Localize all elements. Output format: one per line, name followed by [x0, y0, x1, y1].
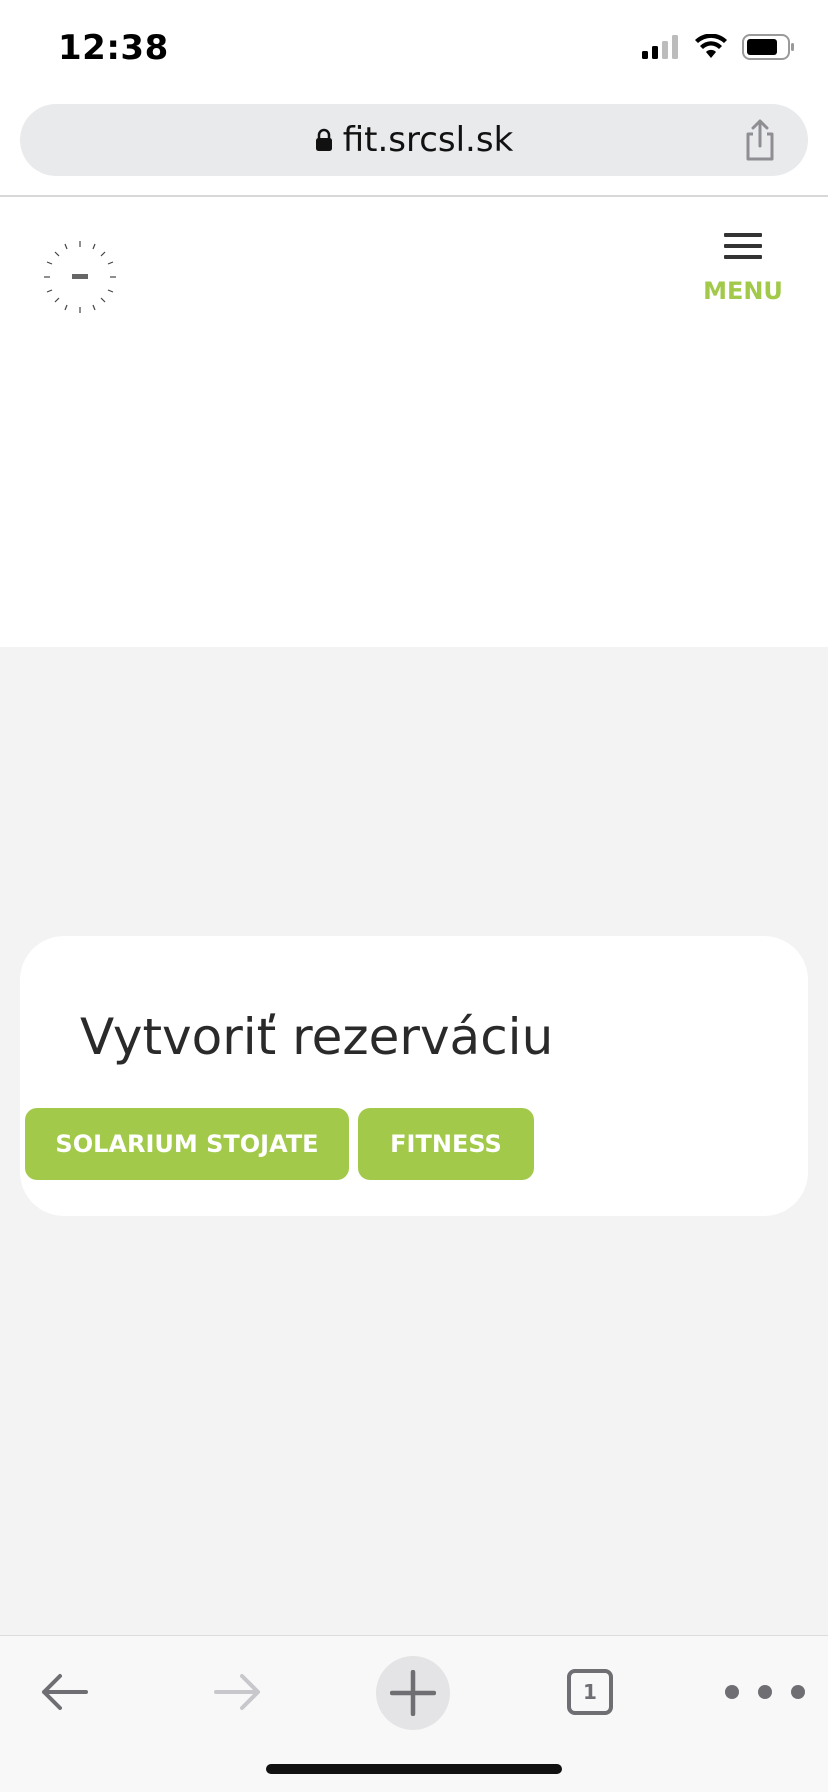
- forward-button[interactable]: [208, 1658, 268, 1726]
- menu-button[interactable]: MENU: [698, 231, 788, 311]
- more-button[interactable]: [720, 1658, 810, 1726]
- share-button[interactable]: [740, 118, 780, 162]
- address-bar[interactable]: fit.srcsl.sk: [20, 104, 808, 176]
- site-header: MENU: [0, 197, 828, 647]
- status-bar: 12:38: [0, 0, 828, 96]
- hamburger-icon: [724, 233, 762, 259]
- sport-relax-centrum-logo: [44, 241, 116, 313]
- lock-icon: [315, 128, 332, 151]
- back-button[interactable]: [34, 1658, 94, 1726]
- site-logo[interactable]: [34, 231, 126, 323]
- cellular-signal-icon: [642, 35, 678, 59]
- main-content: Vytvoriť rezerváciu SOLARIUM STOJATE FIT…: [0, 647, 828, 1635]
- address-url: fit.srcsl.sk: [342, 120, 514, 160]
- wifi-icon: [695, 34, 727, 58]
- fitness-button[interactable]: FITNESS: [358, 1108, 534, 1180]
- home-indicator: [266, 1764, 562, 1774]
- status-icons: [642, 34, 796, 60]
- more-icon: [725, 1685, 805, 1699]
- address-center: fit.srcsl.sk: [20, 104, 808, 176]
- menu-label: MENU: [703, 277, 783, 305]
- battery-icon: [742, 34, 794, 60]
- tabs-button[interactable]: 1: [564, 1658, 616, 1726]
- new-tab-plus-icon: [390, 1670, 436, 1716]
- share-icon: [746, 119, 774, 161]
- status-time: 12:38: [58, 28, 169, 68]
- new-tab-button[interactable]: [376, 1656, 450, 1730]
- solarium-stojate-button[interactable]: SOLARIUM STOJATE: [25, 1108, 349, 1180]
- reservation-card: Vytvoriť rezerváciu SOLARIUM STOJATE FIT…: [20, 936, 808, 1216]
- forward-arrow-icon: [214, 1674, 260, 1710]
- tabs-icon: 1: [567, 1669, 613, 1715]
- back-arrow-icon: [42, 1674, 88, 1710]
- reservation-title: Vytvoriť rezerváciu: [80, 1008, 554, 1066]
